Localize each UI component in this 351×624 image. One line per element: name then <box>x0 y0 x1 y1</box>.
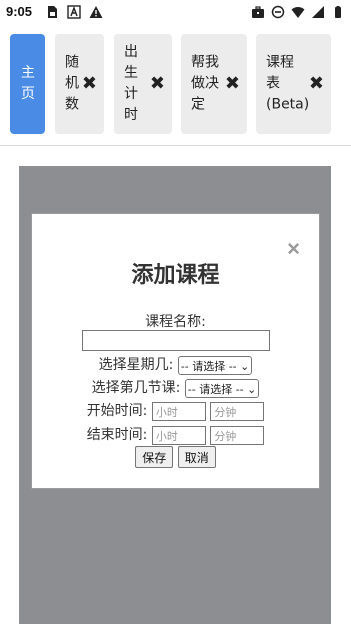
period-label: 选择第几节课: <box>91 380 181 396</box>
course-name-label: 课程名称: <box>145 314 206 330</box>
signal-icon <box>312 6 324 18</box>
start-hour-input[interactable]: 小时 <box>151 401 206 421</box>
start-time-label: 开始时间: <box>86 403 148 419</box>
battery-icon <box>335 6 341 18</box>
briefcase-icon <box>252 6 264 18</box>
weekday-select[interactable]: -- 请选择 -- ⌄ <box>177 355 253 375</box>
end-hour-input[interactable]: 小时 <box>151 425 206 445</box>
chevron-down-icon: ⌄ <box>247 382 257 396</box>
tab-random-number[interactable]: 随 机 数 ✖ <box>55 34 104 134</box>
tab-bar: 主 页 随 机 数 ✖ 出 生 计 时 ✖ 帮我 做决 定 ✖ 课程 表 (Be… <box>0 24 351 145</box>
close-icon[interactable]: ✖ <box>225 75 240 93</box>
tab-decide-for-me[interactable]: 帮我 做决 定 ✖ <box>181 34 247 134</box>
status-bar: 9:05 <box>0 0 351 24</box>
weekday-selected: -- 请选择 -- <box>180 359 237 373</box>
tab-label: 出 生 计 时 <box>124 44 138 123</box>
end-minute-input[interactable]: 分钟 <box>210 425 265 445</box>
cancel-button[interactable]: 取消 <box>177 446 216 468</box>
dnd-icon <box>271 5 285 19</box>
tab-timetable-beta[interactable]: 课程 表 (Beta) ✖ <box>256 34 331 134</box>
dialog-title: 添加课程 <box>131 263 220 288</box>
period-select[interactable]: -- 请选择 -- ⌄ <box>184 378 260 398</box>
weekday-label: 选择星期几: <box>98 357 174 373</box>
add-course-dialog: × 添加课程 课程名称: 选择星期几: -- 请选择 -- ⌄ 选择第几节课: … <box>31 213 320 489</box>
tab-home[interactable]: 主 页 <box>10 34 45 134</box>
font-a-icon <box>67 5 81 19</box>
period-selected: -- 请选择 -- <box>187 382 244 396</box>
wifi-icon <box>291 7 305 19</box>
course-name-input[interactable] <box>81 330 270 351</box>
end-time-label: 结束时间: <box>86 427 148 443</box>
tab-birth-timer[interactable]: 出 生 计 时 ✖ <box>114 34 172 134</box>
save-button[interactable]: 保存 <box>135 446 174 468</box>
close-icon[interactable]: ✖ <box>309 75 324 93</box>
warning-icon <box>89 6 103 18</box>
tab-label: 帮我 做决 定 <box>191 54 219 113</box>
tab-label: 课程 表 (Beta) <box>266 54 310 113</box>
sim-card-icon <box>48 6 57 18</box>
start-minute-input[interactable]: 分钟 <box>210 401 265 421</box>
tab-label: 主 页 <box>21 65 35 102</box>
status-time: 9:05 <box>6 4 33 19</box>
tab-label: 随 机 数 <box>65 54 79 113</box>
close-icon[interactable]: ✖ <box>82 75 97 93</box>
chevron-down-icon: ⌄ <box>240 359 250 373</box>
close-icon[interactable]: ✖ <box>150 75 165 93</box>
tab-divider <box>0 145 351 146</box>
